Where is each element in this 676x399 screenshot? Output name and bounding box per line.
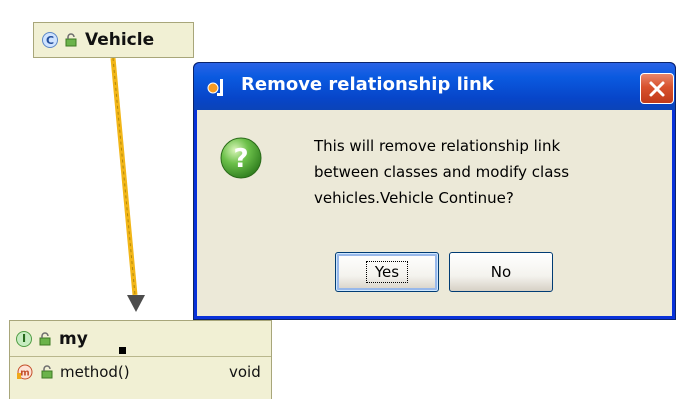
close-icon [649, 81, 665, 96]
dialog-title-bar[interactable]: Remove relationship link [194, 63, 675, 110]
class-name: Vehicle [85, 30, 155, 50]
message-line: between classes and modify class [314, 163, 570, 181]
method-name: method() [60, 363, 130, 381]
dialog-body: ? This will remove relationship link bet… [197, 110, 672, 316]
relationship-line [110, 57, 138, 296]
dialog-title: Remove relationship link [241, 74, 494, 95]
close-button[interactable] [640, 73, 674, 104]
my-interface-node[interactable]: I my m method() void [9, 320, 272, 399]
app-icon [207, 79, 223, 96]
no-button[interactable]: No [449, 252, 553, 292]
member-row[interactable]: m method() void [10, 357, 271, 387]
method-return-type: void [229, 363, 261, 381]
abstract-method-icon: m [17, 364, 33, 380]
public-lock-icon [41, 365, 53, 379]
svg-text:m: m [20, 369, 29, 379]
yes-button[interactable]: Yes [335, 252, 439, 292]
svg-text:?: ? [233, 144, 248, 174]
yes-button-label: Yes [365, 261, 409, 283]
remove-relationship-dialog: Remove relationship link ? This will rem… [193, 62, 676, 320]
class-icon: C [42, 32, 58, 48]
inheritance-arrowhead [127, 295, 145, 312]
vehicle-class-node[interactable]: C Vehicle [33, 22, 194, 58]
message-line: vehicles.Vehicle Continue? [314, 189, 514, 207]
interface-name: my [59, 328, 88, 349]
public-lock-icon [39, 331, 51, 345]
no-button-label: No [490, 263, 512, 281]
selection-handle[interactable] [119, 347, 126, 354]
public-lock-icon [65, 33, 77, 47]
interface-icon: I [16, 330, 32, 347]
question-icon: ? [220, 137, 262, 179]
dialog-message: This will remove relationship link betwe… [314, 133, 644, 211]
message-line: This will remove relationship link [314, 137, 561, 155]
